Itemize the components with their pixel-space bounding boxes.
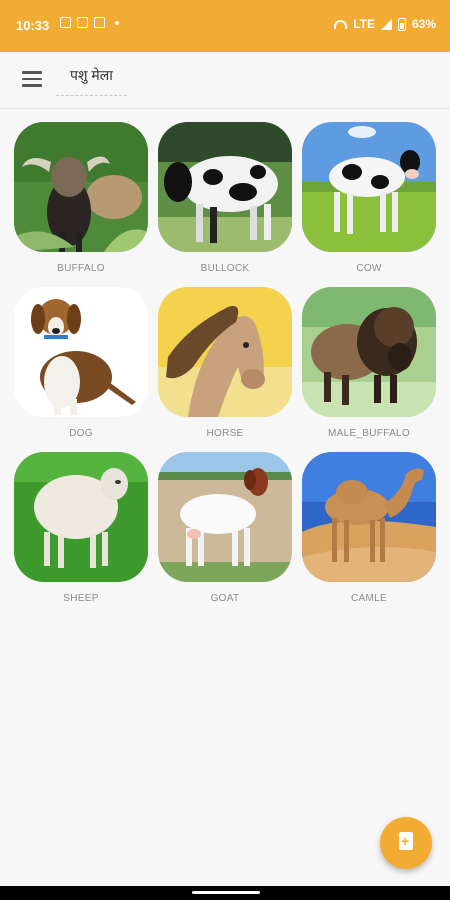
cow-image — [302, 122, 436, 252]
signal-icon — [380, 18, 392, 30]
hamburger-menu-icon[interactable] — [22, 71, 42, 87]
hotspot-icon — [334, 19, 348, 29]
animal-label: BULLOCK — [200, 263, 250, 274]
animal-card-dog[interactable]: DOG — [14, 287, 148, 444]
status-time: 10:33 — [16, 18, 50, 33]
animal-card-goat[interactable]: GOAT — [158, 452, 292, 609]
animal-label: SHEEP — [63, 593, 99, 604]
system-nav-bar — [0, 886, 450, 900]
animal-card-sheep[interactable]: SHEEP — [14, 452, 148, 609]
add-document-button[interactable] — [380, 817, 432, 869]
battery-percent: 63% — [411, 17, 436, 31]
animal-label: CAMLE — [351, 593, 387, 604]
sheep-image — [14, 452, 148, 582]
app-notification-icon — [94, 17, 105, 28]
animal-card-buffalo[interactable]: BUFFALO — [14, 122, 148, 279]
animal-card-cow[interactable]: COW — [302, 122, 436, 279]
animal-grid: BUFFALO BULLOCK COW DOG HORSE MALE_BUFFA… — [14, 122, 436, 609]
more-notifications-dot-icon — [115, 20, 119, 25]
animal-label: MALE_BUFFALO — [328, 428, 410, 439]
goat-image — [158, 452, 292, 582]
gallery-notification-icon — [60, 17, 71, 28]
buffalo-image — [14, 122, 148, 252]
folder-notification-icon — [77, 17, 88, 28]
network-type: LTE — [353, 17, 375, 31]
horse-image — [158, 287, 292, 417]
animal-label: HORSE — [206, 428, 244, 439]
add-document-icon — [399, 832, 413, 850]
system-icons: LTE 63% — [334, 17, 436, 31]
app-title: पशु मेला — [56, 66, 127, 96]
male-buffalo-image — [302, 287, 436, 417]
animal-card-male-buffalo[interactable]: MALE_BUFFALO — [302, 287, 436, 444]
animal-label: COW — [356, 263, 382, 274]
animal-card-camel[interactable]: CAMLE — [302, 452, 436, 609]
bullock-image — [158, 122, 292, 252]
home-gesture-handle[interactable] — [192, 891, 260, 894]
animal-label: DOG — [69, 428, 93, 439]
animal-card-horse[interactable]: HORSE — [158, 287, 292, 444]
status-bar: 10:33 LTE 63% — [0, 0, 450, 52]
animal-card-bullock[interactable]: BULLOCK — [158, 122, 292, 279]
animal-label: BUFFALO — [57, 263, 105, 274]
app-bar: पशु मेला — [0, 52, 450, 109]
dog-image — [14, 287, 148, 417]
battery-icon — [397, 17, 406, 31]
animal-label: GOAT — [210, 593, 240, 604]
notification-icons — [60, 17, 119, 28]
camel-image — [302, 452, 436, 582]
